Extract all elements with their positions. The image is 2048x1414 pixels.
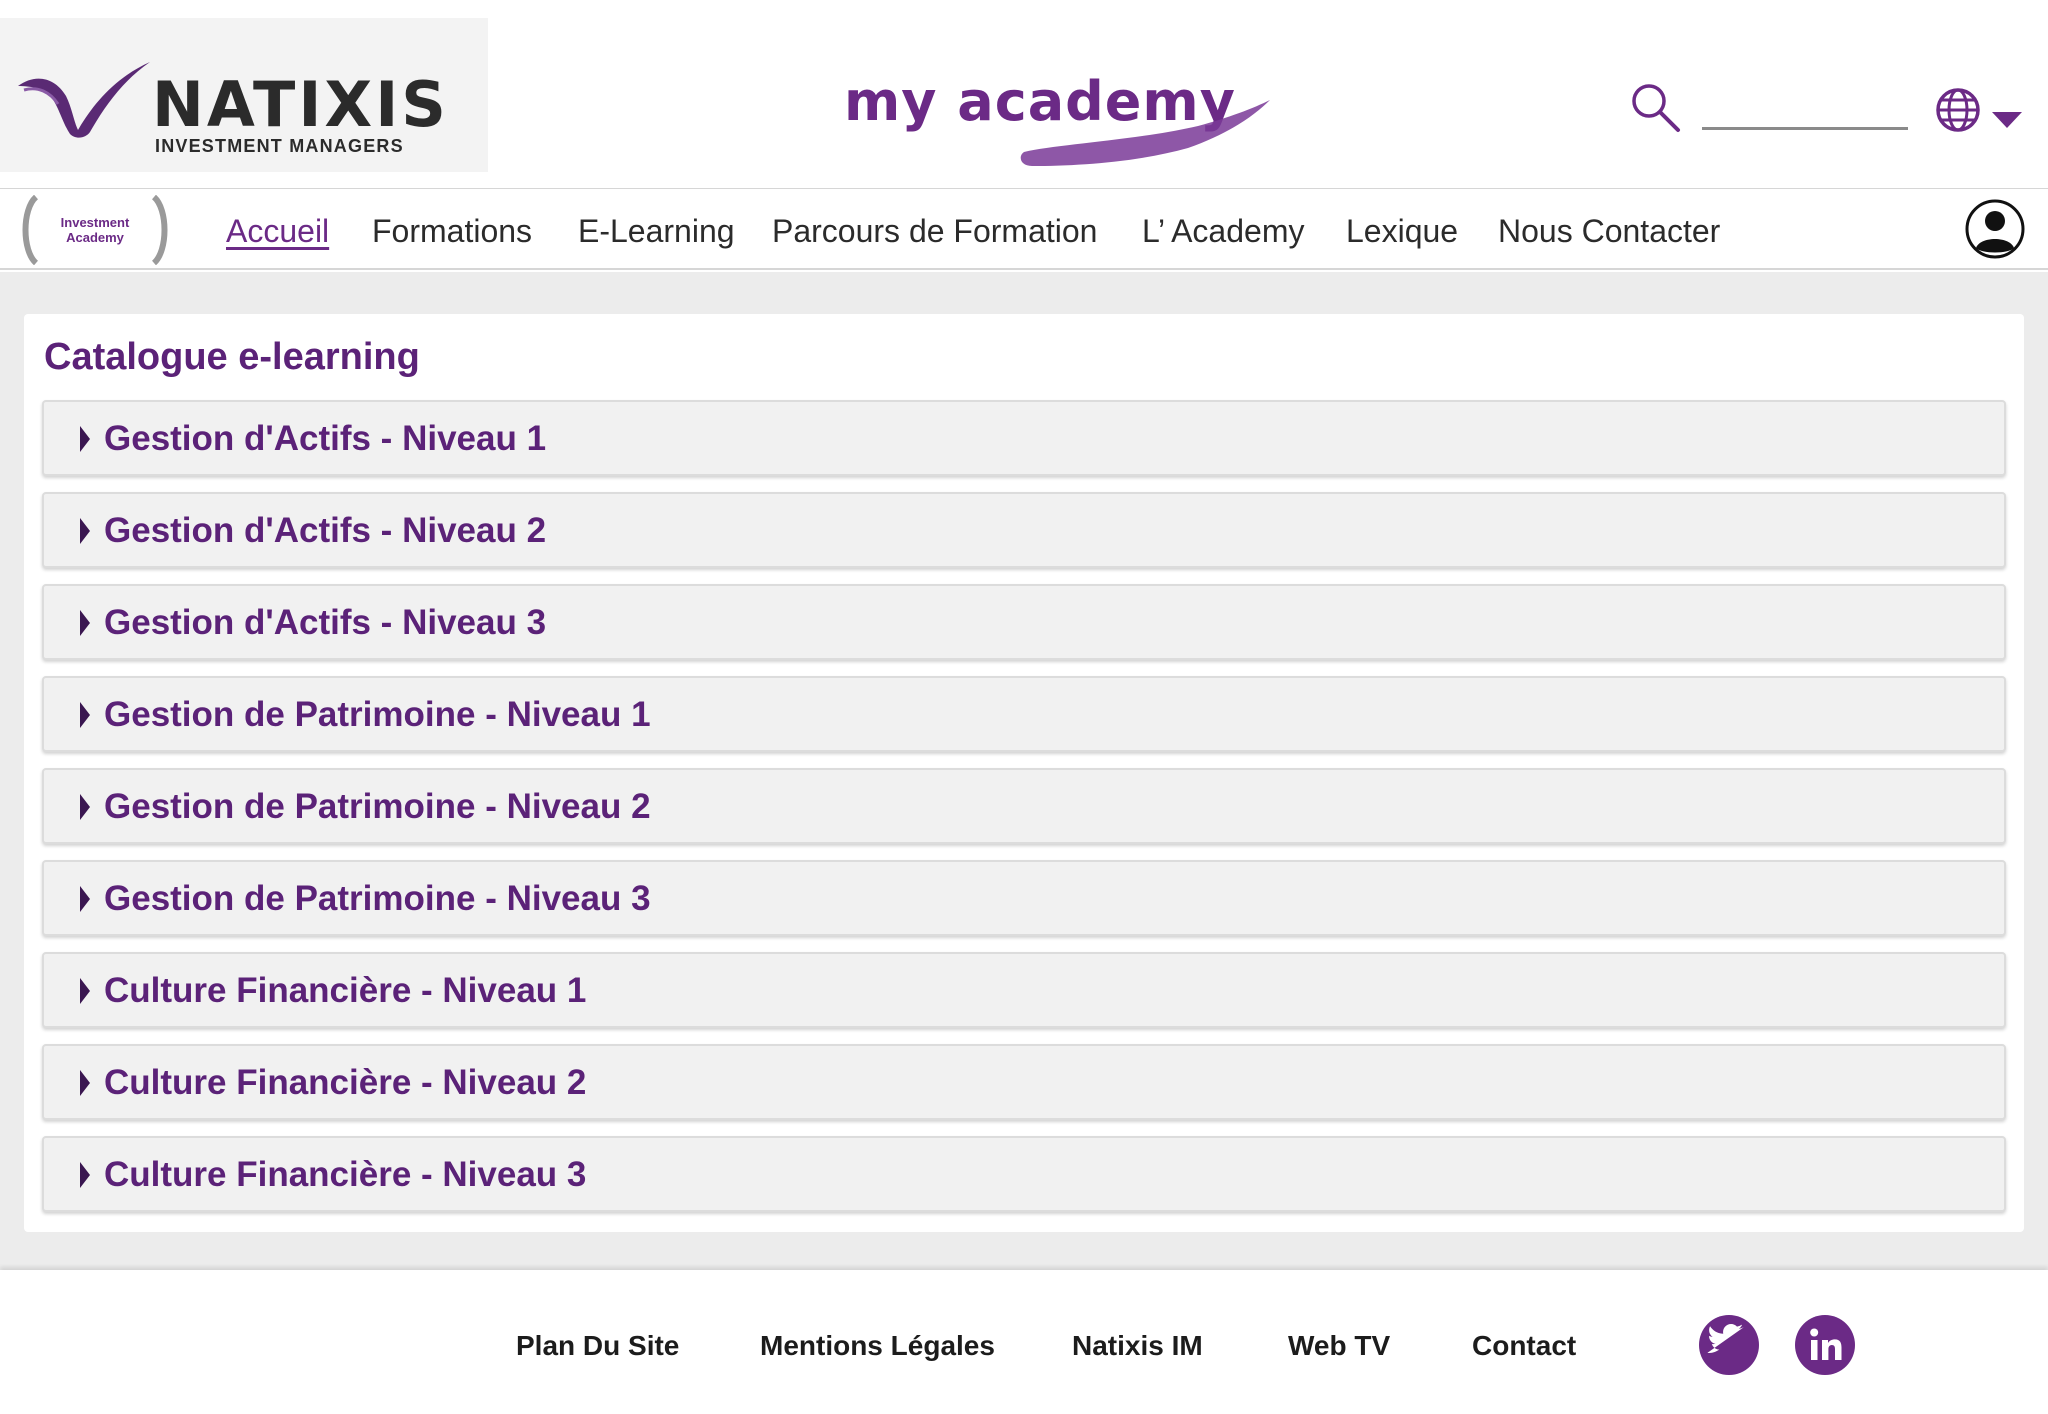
main-nav: Investment Academy Accueil Formations E-… [0, 188, 2048, 270]
logo-subtitle: INVESTMENT MANAGERS [155, 136, 404, 156]
site-footer: Plan Du Site Mentions Légales Natixis IM… [0, 1270, 2048, 1414]
search-icon[interactable] [1628, 80, 1682, 134]
twitter-icon[interactable] [1698, 1314, 1760, 1376]
accordion-label: Gestion d'Actifs - Niveau 2 [104, 511, 547, 550]
brush-stroke-icon [1020, 100, 1270, 166]
accordion-item[interactable]: Gestion d'Actifs - Niveau 2 [42, 492, 2006, 568]
nav-item-academy[interactable]: L’ Academy [1142, 213, 1304, 250]
accordion-label: Gestion de Patrimoine - Niveau 3 [104, 879, 651, 918]
nav-item-accueil[interactable]: Accueil [226, 213, 329, 250]
accordion-label: Gestion de Patrimoine - Niveau 1 [104, 695, 651, 734]
accordion-item[interactable]: Culture Financière - Niveau 3 [42, 1136, 2006, 1212]
badge-line-1: Investment [60, 215, 130, 230]
linkedin-icon[interactable] [1794, 1314, 1856, 1376]
caret-right-icon [80, 518, 90, 544]
caret-right-icon [80, 702, 90, 728]
accordion-item[interactable]: Culture Financière - Niveau 2 [42, 1044, 2006, 1120]
nav-item-e-learning[interactable]: E-Learning [578, 213, 735, 250]
caret-right-icon [80, 610, 90, 636]
footer-link-contact[interactable]: Contact [1472, 1330, 1576, 1362]
chevron-down-icon[interactable] [1990, 110, 2024, 130]
natixis-logo[interactable]: NATIXIS INVESTMENT MANAGERS [0, 18, 488, 172]
nav-item-parcours-de-formation[interactable]: Parcours de Formation [772, 213, 1097, 250]
caret-right-icon [80, 978, 90, 1004]
natixis-swoosh-icon [18, 62, 150, 138]
caret-right-icon [80, 1070, 90, 1096]
accordion-item[interactable]: Gestion de Patrimoine - Niveau 2 [42, 768, 2006, 844]
search-input[interactable] [1702, 96, 1908, 130]
nav-item-formations[interactable]: Formations [372, 213, 532, 250]
caret-right-icon [80, 1162, 90, 1188]
user-account-icon[interactable] [1964, 198, 2026, 260]
investment-academy-badge[interactable]: Investment Academy [18, 195, 172, 265]
accordion-item[interactable]: Gestion de Patrimoine - Niveau 3 [42, 860, 2006, 936]
footer-link-natixis-im[interactable]: Natixis IM [1072, 1330, 1203, 1362]
accordion-label: Culture Financière - Niveau 2 [104, 1063, 587, 1102]
bracket-right-icon [151, 195, 168, 265]
caret-right-icon [80, 426, 90, 452]
badge-line-2: Academy [66, 230, 124, 245]
accordion-item[interactable]: Gestion d'Actifs - Niveau 3 [42, 584, 2006, 660]
bracket-left-icon [22, 195, 39, 265]
footer-link-web-tv[interactable]: Web TV [1288, 1330, 1390, 1362]
caret-right-icon [80, 886, 90, 912]
accordion-item[interactable]: Culture Financière - Niveau 1 [42, 952, 2006, 1028]
accordion-label: Gestion de Patrimoine - Niveau 2 [104, 787, 651, 826]
accordion-label: Culture Financière - Niveau 1 [104, 971, 587, 1010]
accordion-label: Gestion d'Actifs - Niveau 3 [104, 603, 547, 642]
nav-item-lexique[interactable]: Lexique [1346, 213, 1458, 250]
accordion-label: Culture Financière - Niveau 3 [104, 1155, 587, 1194]
catalog-title: Catalogue e-learning [44, 336, 420, 378]
site-header: NATIXIS INVESTMENT MANAGERS my academy [0, 0, 2048, 187]
logo-brand-text: NATIXIS [152, 68, 449, 141]
footer-link-mentions-legales[interactable]: Mentions Légales [760, 1330, 995, 1362]
accordion-item[interactable]: Gestion de Patrimoine - Niveau 1 [42, 676, 2006, 752]
caret-right-icon [80, 794, 90, 820]
nav-item-nous-contacter[interactable]: Nous Contacter [1498, 213, 1720, 250]
footer-link-plan-du-site[interactable]: Plan Du Site [516, 1330, 679, 1362]
globe-icon[interactable] [1934, 86, 1982, 134]
accordion-label: Gestion d'Actifs - Niveau 1 [104, 419, 547, 458]
accordion-item[interactable]: Gestion d'Actifs - Niveau 1 [42, 400, 2006, 476]
